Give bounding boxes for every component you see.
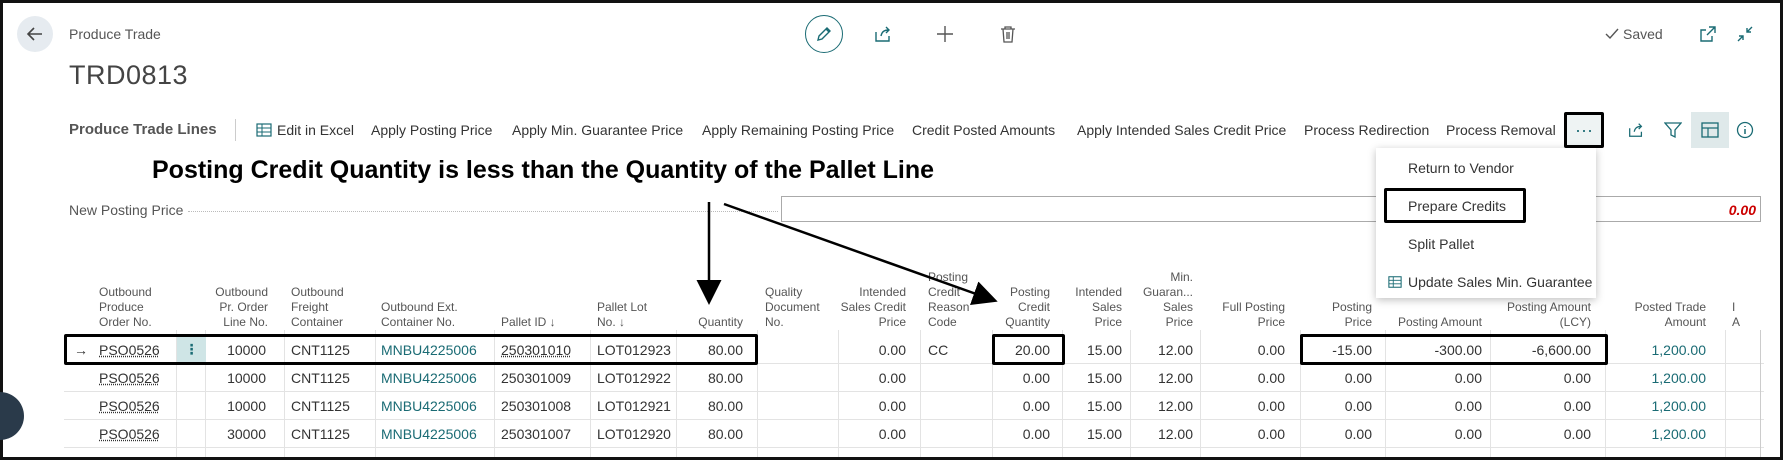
menu-item-prepare-credits[interactable]: Prepare Credits [1408,198,1506,214]
more-options-menu: Return to Vendor Prepare Credits Split P… [1376,148,1596,298]
arrow-to-credit-quantity [723,202,998,306]
scrollbar[interactable] [1760,330,1774,457]
menu-item-label: Update Sales Min. Guarantee [1408,274,1593,290]
menu-item-update-sales-min-guarantee[interactable]: Update Sales Min. Guarantee [1388,274,1592,290]
excel-icon [1388,276,1402,288]
menu-item-return-to-vendor[interactable]: Return to Vendor [1408,160,1514,176]
menu-item-split-pallet[interactable]: Split Pallet [1408,236,1474,252]
